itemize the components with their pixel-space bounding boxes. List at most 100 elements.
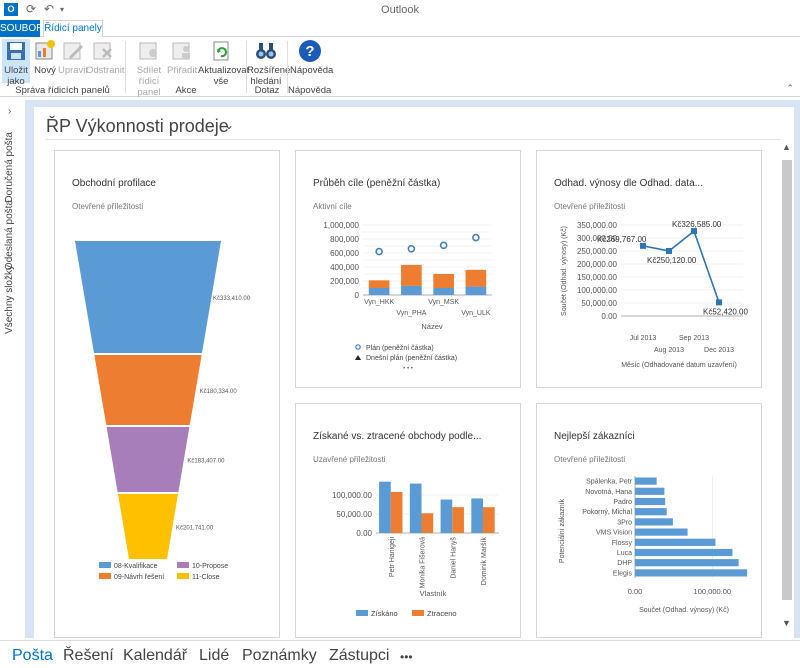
- data-label: Kč250,120.00: [647, 256, 697, 265]
- panel-estimated-revenue[interactable]: Odhad. výnosy dle Odhad. data... Otevřen…: [536, 150, 762, 388]
- ribbon: Uložit jako Nový Upravit Odstranit Sdíle…: [0, 37, 800, 98]
- rail-sent[interactable]: Odeslaná pošta: [4, 200, 15, 270]
- data-label: Kč269,767.00: [597, 235, 647, 244]
- assign-button[interactable]: Přiřadit: [167, 39, 197, 76]
- nav-notes[interactable]: Poznámky: [242, 647, 317, 665]
- top-customers-bar-chart: Spálenka, Petr Novotná, Hana Padro Pokorný,…: [559, 476, 748, 614]
- svg-text:?: ?: [305, 43, 314, 60]
- vertical-scrollbar[interactable]: ▲ ▼: [779, 140, 795, 636]
- help-icon: ?: [299, 40, 321, 62]
- dashboard-title[interactable]: ŘP Výkonnosti prodeje: [46, 116, 229, 137]
- collapse-ribbon-icon[interactable]: ⌃: [786, 83, 794, 94]
- goal-chart: 0 200,000 400,000 600,000 800,000 1,000,000 Vy…: [323, 221, 492, 372]
- y-tick-label: 600,000: [330, 249, 359, 258]
- data-point: [716, 299, 722, 306]
- folder-rail: › Doručená pošta Odeslaná pošta Všechny …: [0, 100, 25, 636]
- tab-dashboards[interactable]: Řídicí panely: [43, 20, 103, 38]
- advanced-find-button[interactable]: Rozšířené hledání: [247, 39, 290, 87]
- nav-people[interactable]: Lidé: [199, 647, 229, 665]
- customer-bar: [635, 508, 667, 516]
- dashboard-selector-chevron-icon[interactable]: ⌄: [224, 118, 234, 132]
- x-axis-title: Název: [421, 322, 443, 331]
- plan-marker: [472, 233, 480, 242]
- x-tick-label: Vyn_MSK: [428, 299, 459, 306]
- y-tick-label: DHP: [617, 560, 632, 567]
- funnel-data-label: Kč201,741.00: [176, 526, 214, 532]
- refresh-all-label: Aktualizovat vše: [198, 65, 250, 87]
- edit-button[interactable]: Upravit: [57, 39, 89, 76]
- y-tick-label: Spálenka, Petr: [586, 479, 633, 486]
- bar-won: [440, 499, 453, 533]
- y-tick-label: VMS Vision: [596, 530, 632, 537]
- edit-label: Upravit: [57, 65, 89, 76]
- y-tick-label: 0: [355, 291, 360, 300]
- ribbon-tabs: SOUBOR Řídicí panely: [0, 20, 800, 38]
- legend-more: • • •: [403, 366, 413, 372]
- funnel-segment: [94, 355, 202, 425]
- title-divider: [46, 139, 780, 140]
- x-tick-label: Daniel Hanyš: [450, 537, 457, 579]
- data-label: Kč52,420.00: [703, 307, 748, 316]
- y-tick-label: Novotná, Hana: [585, 489, 632, 496]
- customer-bar: [635, 518, 673, 526]
- legend-swatch: [177, 573, 189, 579]
- assign-label: Přiřadit: [167, 65, 198, 76]
- delete-button[interactable]: Odstranit: [86, 39, 125, 76]
- bar-actual: [401, 285, 422, 295]
- x-tick-label: Aug 2013: [654, 347, 684, 354]
- save-as-button[interactable]: Uložit jako: [2, 39, 30, 87]
- customer-bar: [635, 569, 748, 577]
- y-tick-label: 350,000.00: [577, 221, 618, 230]
- scroll-up-icon[interactable]: ▲: [782, 142, 791, 152]
- window-title: Outlook: [381, 4, 419, 16]
- x-tick-label: Vyn_ULK: [461, 310, 491, 317]
- y-tick-label: Pokorný, Michal: [582, 509, 632, 516]
- legend-label: 11-Close: [192, 574, 220, 581]
- panel-goal-progress[interactable]: Průběh cíle (peněžní částka) Aktivní cíl…: [295, 150, 521, 388]
- nav-mail[interactable]: Pošta: [12, 647, 53, 665]
- y-tick-label: 0.00: [356, 529, 372, 538]
- nav-solutions[interactable]: Řešení: [63, 647, 114, 665]
- scrollbar-thumb[interactable]: [782, 160, 792, 600]
- legend-marker: [355, 355, 361, 360]
- panel-won-vs-lost[interactable]: Získané vs. ztracené obchody podle... Uz…: [295, 403, 521, 638]
- bottom-navigation: Pošta Řešení Kalendář Lidé Poznámky Zást…: [0, 640, 800, 668]
- customer-bar: [635, 548, 733, 557]
- assign-icon: [172, 42, 190, 60]
- nav-more[interactable]: •••: [400, 650, 413, 664]
- x-tick-label: Vyn_HKK: [364, 299, 394, 306]
- data-label: Kč326,585.00: [672, 220, 722, 229]
- plan-marker: [375, 247, 383, 256]
- bar-actual: [368, 288, 390, 295]
- panel-top-customers[interactable]: Nejlepší zákazníci Otevřené příležitosti…: [536, 403, 762, 638]
- y-tick-label: Elegis: [613, 570, 633, 577]
- y-tick-label: 3Pro: [617, 519, 632, 526]
- rail-all-folders[interactable]: Všechny složky: [4, 265, 15, 334]
- y-tick-label: 1,000,000: [323, 221, 359, 230]
- refresh-icon: [213, 41, 229, 61]
- funnel-segment: [106, 427, 190, 492]
- x-tick-label: Jul 2013: [630, 335, 657, 342]
- data-point: [666, 247, 672, 254]
- expand-pane-icon[interactable]: ›: [8, 106, 11, 117]
- nav-calendar[interactable]: Kalendář: [123, 647, 187, 665]
- bar-lost: [452, 507, 464, 533]
- refresh-all-button[interactable]: Aktualizovat vše: [198, 39, 249, 87]
- bar-won: [379, 481, 391, 533]
- y-axis-title: Potenciální zákazník: [559, 498, 566, 563]
- x-tick-label: Dominik Maršík: [481, 537, 488, 586]
- legend-label: Plán (peněžní částka): [366, 345, 434, 352]
- tab-file[interactable]: SOUBOR: [0, 20, 43, 37]
- new-button[interactable]: Nový: [32, 39, 58, 76]
- nav-representatives[interactable]: Zástupci: [329, 647, 389, 665]
- rail-inbox[interactable]: Doručená pošta: [4, 132, 15, 203]
- y-tick-label: 0.00: [601, 312, 617, 321]
- panel-sales-pipeline[interactable]: Obchodní profilace Otevřené příležitosti…: [54, 150, 280, 638]
- y-tick-label: 200,000.00: [577, 260, 618, 269]
- customer-bar: [635, 497, 666, 506]
- customer-bar: [635, 528, 688, 536]
- legend-label: Dnešní plán (peněžní částka): [366, 355, 457, 362]
- scroll-down-icon[interactable]: ▼: [782, 618, 791, 628]
- help-button[interactable]: ? Nápověda: [290, 39, 333, 76]
- revenue-line-chart: 0.00 50,000.00 100,000.00 150,000.00 200,000…: [561, 220, 748, 369]
